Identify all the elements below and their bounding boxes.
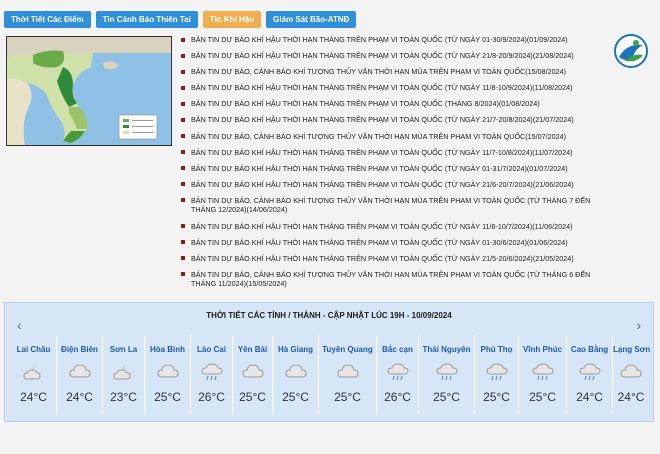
city-weather-item[interactable]: Vĩnh Phúc 25°C bbox=[519, 335, 567, 413]
cloud-icon bbox=[336, 362, 359, 382]
news-item[interactable]: BẢN TIN DỰ BÁO, CẢNH BÁO KHÍ TƯỢNG THỦY … bbox=[180, 67, 608, 77]
city-weather-item[interactable]: Cao Bằng 24°C bbox=[567, 335, 613, 413]
cloud-icon bbox=[241, 362, 264, 382]
city-weather-item[interactable]: Sơn La 23°C bbox=[103, 335, 145, 413]
news-item[interactable]: BẢN TIN DỰ BÁO, CẢNH BÁO KHÍ TƯỢNG THỦY … bbox=[180, 132, 608, 142]
cloud-moon-icon bbox=[22, 362, 45, 382]
rain-cloud-icon bbox=[386, 362, 409, 382]
cloud-icon bbox=[68, 362, 91, 382]
city-name: Điện Biên bbox=[61, 345, 98, 354]
city-name: Bắc cạn bbox=[382, 345, 413, 354]
tab-climate-news[interactable]: Tin Khí Hậu bbox=[202, 11, 262, 28]
news-item[interactable]: BẢN TIN DỰ BÁO KHÍ HẬU THỜI HẠN THÁNG TR… bbox=[180, 164, 608, 174]
tab-weather-points[interactable]: Thời Tiết Các Điểm bbox=[4, 11, 91, 28]
city-name: Lào Cai bbox=[197, 345, 226, 354]
city-temperature: 25°C bbox=[154, 390, 181, 404]
news-item[interactable]: BẢN TIN DỰ BÁO KHÍ HẬU THỜI HẠN THÁNG TR… bbox=[180, 238, 608, 248]
city-weather-item[interactable]: Lào Cai 26°C bbox=[191, 335, 233, 413]
news-item[interactable]: BẢN TIN DỰ BÁO, CẢNH BÁO KHÍ TƯỢNG THỦY … bbox=[180, 196, 608, 215]
news-item[interactable]: BẢN TIN DỰ BÁO, CẢNH BÁO KHÍ TƯỢNG THỦY … bbox=[180, 270, 608, 289]
city-weather-item[interactable]: Bắc cạn 26°C bbox=[377, 335, 419, 413]
news-item[interactable]: BẢN TIN DỰ BÁO KHÍ HẬU THỜI HẠN THÁNG TR… bbox=[180, 222, 608, 232]
cloud-icon bbox=[284, 362, 307, 382]
city-weather-item[interactable]: Tuyên Quang 25°C bbox=[319, 335, 377, 413]
city-weather-item[interactable]: Lạng Sơn 24°C bbox=[613, 335, 651, 413]
cloud-icon bbox=[620, 362, 642, 382]
news-item[interactable]: BẢN TIN DỰ BÁO KHÍ HẬU THỜI HẠN THÁNG TR… bbox=[180, 83, 608, 93]
city-weather-item[interactable]: Yên Bái 25°C bbox=[233, 335, 273, 413]
city-temperature: 24°C bbox=[66, 390, 93, 404]
news-item[interactable]: BẢN TIN DỰ BÁO KHÍ HẬU THỜI HẠN THÁNG TR… bbox=[180, 51, 608, 61]
city-name: Phú Thọ bbox=[480, 345, 513, 354]
city-temperature: 24°C bbox=[20, 390, 47, 404]
climate-news-list: BẢN TIN DỰ BÁO KHÍ HẬU THỜI HẠN THÁNG TR… bbox=[180, 35, 608, 295]
news-item[interactable]: BẢN TIN DỰ BÁO KHÍ HẬU THỜI HẠN THÁNG TR… bbox=[180, 99, 608, 109]
news-item[interactable]: BẢN TIN DỰ BÁO KHÍ HẬU THỜI HẠN THÁNG TR… bbox=[180, 148, 608, 158]
rain-cloud-icon bbox=[485, 362, 508, 382]
city-temperature: 25°C bbox=[282, 390, 309, 404]
city-weather-item[interactable]: Điện Biên 24°C bbox=[57, 335, 103, 413]
tab-bar: Thời Tiết Các Điểm Tin Cảnh Báo Thiên Ta… bbox=[4, 11, 357, 28]
city-weather-carousel: Lai Châu 24°C Điện Biên 24°C Sơn La 23°C Hò… bbox=[11, 335, 651, 413]
city-name: Vĩnh Phúc bbox=[522, 345, 563, 354]
city-name: Lạng Sơn bbox=[613, 345, 651, 354]
city-weather-item[interactable]: Hà Giang 25°C bbox=[273, 335, 319, 413]
city-weather-item[interactable]: Thái Nguyên 25°C bbox=[419, 335, 475, 413]
news-item[interactable]: BẢN TIN DỰ BÁO KHÍ HẬU THỜI HẠN THÁNG TR… bbox=[180, 180, 608, 190]
city-weather-item[interactable]: Lai Châu 24°C bbox=[11, 335, 57, 413]
city-name: Cao Bằng bbox=[570, 345, 609, 354]
cloud-moon-icon bbox=[112, 362, 135, 382]
weather-panel-title: THỜI TIẾT CÁC TỈNH / THÀNH - CẬP NHẬT LÚ… bbox=[206, 311, 452, 320]
city-temperature: 25°C bbox=[239, 390, 266, 404]
news-item[interactable]: BẢN TIN DỰ BÁO KHÍ HẬU THỜI HẠN THÁNG TR… bbox=[180, 254, 608, 264]
carousel-prev-button[interactable]: ‹ bbox=[17, 317, 22, 333]
city-name: Thái Nguyên bbox=[422, 345, 471, 354]
city-temperature: 25°C bbox=[334, 390, 361, 404]
city-temperature: 25°C bbox=[433, 390, 460, 404]
rain-cloud-icon bbox=[531, 362, 554, 382]
city-name: Yên Bái bbox=[237, 345, 268, 354]
city-temperature: 25°C bbox=[483, 390, 510, 404]
city-name: Hà Giang bbox=[277, 345, 314, 354]
cloud-icon bbox=[156, 362, 179, 382]
city-temperature: 26°C bbox=[384, 390, 411, 404]
rain-cloud-icon bbox=[200, 362, 223, 382]
climate-map-image[interactable] bbox=[6, 36, 172, 146]
city-temperature: 23°C bbox=[110, 390, 137, 404]
city-name: Tuyên Quang bbox=[322, 345, 373, 354]
city-weather-item[interactable]: Hòa Bình 25°C bbox=[145, 335, 191, 413]
city-name: Lai Châu bbox=[16, 345, 51, 354]
news-item[interactable]: BẢN TIN DỰ BÁO KHÍ HẬU THỜI HẠN THÁNG TR… bbox=[180, 115, 608, 125]
tab-storm-monitoring[interactable]: Giám Sát Bão-ATNĐ bbox=[266, 11, 357, 28]
rain-cloud-icon bbox=[578, 362, 601, 382]
rain-cloud-icon bbox=[435, 362, 458, 382]
tab-disaster-warning[interactable]: Tin Cảnh Báo Thiên Tai bbox=[95, 11, 198, 28]
city-name: Sơn La bbox=[109, 345, 138, 354]
city-name: Hòa Bình bbox=[149, 345, 186, 354]
site-logo bbox=[613, 33, 649, 69]
news-item[interactable]: BẢN TIN DỰ BÁO KHÍ HẬU THỜI HẠN THÁNG TR… bbox=[180, 35, 608, 45]
city-temperature: 24°C bbox=[576, 390, 603, 404]
province-weather-panel: THỜI TIẾT CÁC TỈNH / THÀNH - CẬP NHẬT LÚ… bbox=[4, 302, 654, 422]
city-weather-item[interactable]: Phú Thọ 25°C bbox=[475, 335, 519, 413]
city-temperature: 25°C bbox=[529, 390, 556, 404]
city-temperature: 26°C bbox=[198, 390, 225, 404]
city-temperature: 24°C bbox=[617, 390, 645, 404]
carousel-next-button[interactable]: › bbox=[636, 317, 641, 333]
